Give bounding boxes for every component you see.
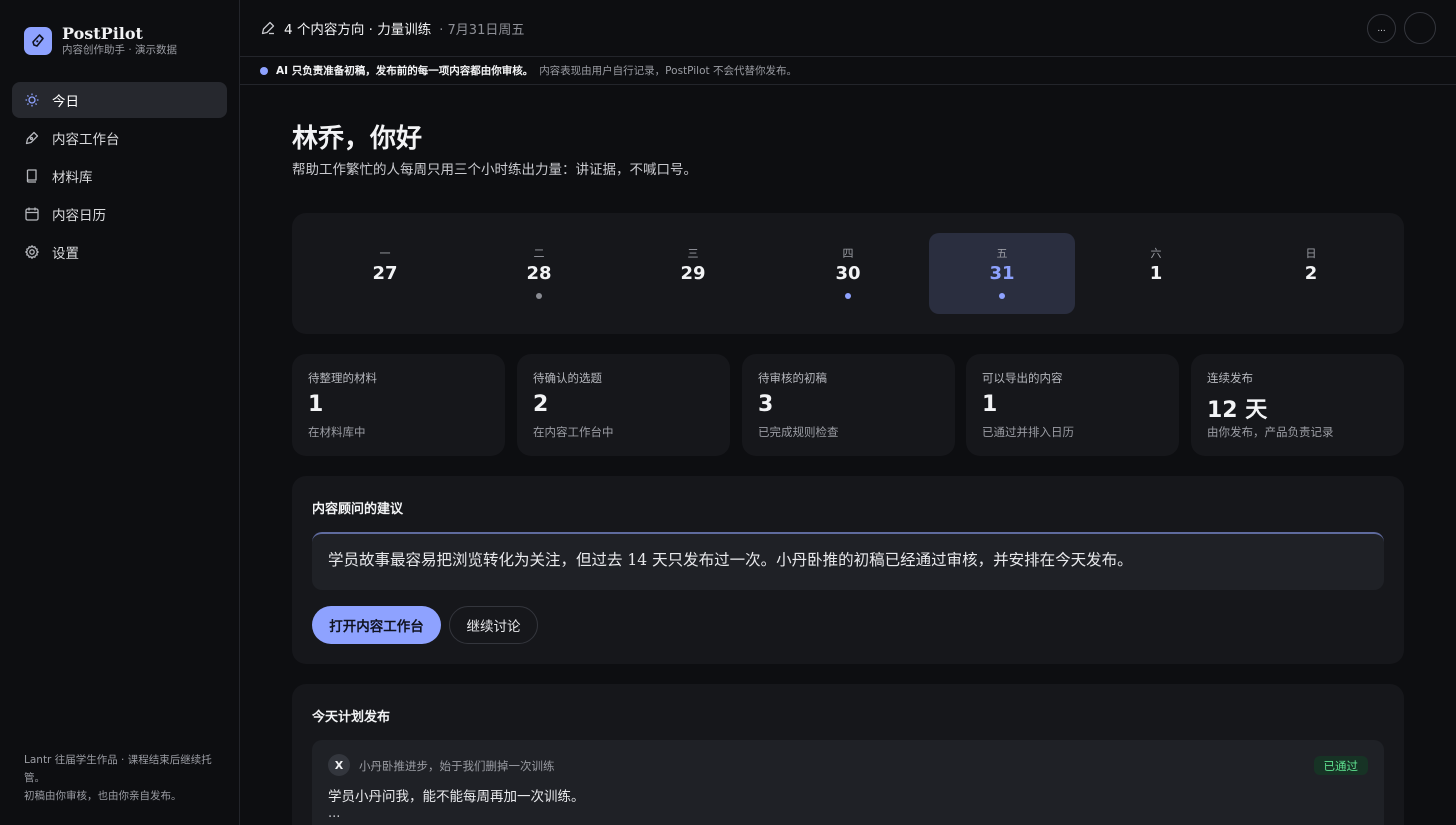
notice-text: 内容表现由用户自行记录，PostPilot 不会代替你发布。 — [539, 65, 797, 77]
page-title: 林乔，你好 — [292, 124, 423, 154]
notice-strong: AI 只负责准备初稿，发布前的每一项内容都由你审核。 — [276, 65, 534, 77]
day-cell[interactable]: 四 30 — [775, 233, 921, 314]
continue-discussion-button[interactable]: 继续讨论 — [449, 606, 538, 644]
footer-line: 初稿由你审核，也由你亲自发布。 — [24, 790, 182, 802]
pen-nib-icon — [24, 27, 52, 55]
stat-label: 待整理的材料 — [308, 371, 377, 385]
day-cell[interactable]: 三 29 — [620, 233, 766, 314]
day-label: 五 — [996, 247, 1008, 260]
day-number: 27 — [372, 263, 398, 284]
day-number: 2 — [1304, 263, 1318, 284]
advice-card: 内容顾问的建议 学员故事最容易把浏览转化为关注，但过去 14 天只发布过一次。小… — [292, 476, 1404, 664]
stat-card-materials[interactable]: 待整理的材料 1 在材料库中 — [292, 354, 505, 456]
stat-label: 连续发布 — [1207, 371, 1253, 385]
day-cell[interactable]: 一 27 — [312, 233, 458, 314]
day-number: 30 — [835, 263, 861, 284]
stat-card-streak[interactable]: 连续发布 12 天 由你发布，产品负责记录 — [1191, 354, 1404, 456]
day-number: 28 — [526, 263, 552, 284]
stat-desc: 由你发布，产品负责记录 — [1207, 425, 1334, 439]
day-label: 一 — [379, 247, 391, 260]
stat-desc: 在内容工作台中 — [533, 425, 614, 439]
day-cell[interactable]: 二 28 — [466, 233, 612, 314]
sidebar-item-settings[interactable]: 设置 — [12, 234, 227, 270]
book-icon — [26, 169, 37, 183]
day-number: 31 — [989, 263, 1015, 284]
scheduled-post[interactable]: X 小丹卧推进步，始于我们删掉一次训练 已通过 学员小丹问我，能不能每周再加一次… — [312, 740, 1384, 825]
stat-label: 待确认的选题 — [533, 371, 602, 385]
info-dot-icon — [260, 66, 268, 75]
day-label: 二 — [533, 247, 545, 260]
stat-value: 3 — [758, 392, 774, 417]
page-subtitle: 帮助工作繁忙的人每周只用三个小时练出力量：讲证据，不喊口号。 — [292, 162, 697, 178]
day-dot-icon — [845, 293, 851, 299]
post-text: 学员小丹问我，能不能每周再加一次训练。 — [328, 789, 585, 805]
stat-desc: 已通过并排入日历 — [982, 425, 1074, 439]
status-badge: 已通过 — [1313, 756, 1368, 775]
sidebar-item-label: 今日 — [52, 94, 79, 110]
stat-label: 待审核的初稿 — [758, 371, 827, 385]
sidebar-item-library[interactable]: 材料库 — [12, 158, 227, 194]
day-cell-selected[interactable]: 五 31 — [929, 233, 1075, 314]
stat-card-drafts[interactable]: 待审核的初稿 3 已完成规则检查 — [742, 354, 955, 456]
day-number: 1 — [1149, 263, 1163, 284]
sidebar-item-label: 材料库 — [52, 170, 93, 186]
calendar-icon — [25, 207, 39, 221]
day-dot-icon — [999, 293, 1005, 299]
week-strip: 一 27 二 28 三 29 四 30 五 31 六 1 日 2 — [292, 213, 1404, 334]
schedule-title: 今天计划发布 — [312, 710, 391, 725]
open-workbench-button[interactable]: 打开内容工作台 — [312, 606, 441, 644]
sidebar-footer: Lantr 往届学生作品 · 课程结束后继续托管。 初稿由你审核，也由你亲自发布… — [24, 751, 220, 805]
stat-label: 可以导出的内容 — [982, 371, 1063, 385]
app-subtitle: 内容创作助手 · 演示数据 — [62, 44, 178, 56]
topbar-title: 4 个内容方向 · 力量训练 — [284, 22, 432, 38]
day-cell[interactable]: 日 2 — [1238, 233, 1384, 314]
sidebar-item-label: 内容日历 — [52, 208, 106, 224]
sidebar-item-label: 内容工作台 — [52, 132, 120, 148]
sidebar-item-label: 设置 — [52, 246, 79, 262]
sidebar: PostPilot 内容创作助手 · 演示数据 今日 内容工作台 材料库 内容日… — [0, 0, 240, 825]
stat-desc: 已完成规则检查 — [758, 425, 839, 439]
advice-quote: 学员故事最容易把浏览转化为关注，但过去 14 天只发布过一次。小丹卧推的初稿已经… — [312, 532, 1384, 590]
sidebar-item-workbench[interactable]: 内容工作台 — [12, 120, 227, 156]
app-name: PostPilot — [62, 24, 143, 43]
topbar: 4 个内容方向 · 力量训练 · 7月31日周五 ... — [240, 0, 1456, 57]
schedule-card: 今天计划发布 X 小丹卧推进步，始于我们删掉一次训练 已通过 学员小丹问我，能不… — [292, 684, 1404, 825]
post-title: 小丹卧推进步，始于我们删掉一次训练 — [359, 759, 555, 773]
day-dot-icon — [536, 293, 542, 299]
sidebar-item-today[interactable]: 今日 — [12, 82, 227, 118]
stat-value: 12 天 — [1207, 398, 1268, 423]
sidebar-nav: 今日 内容工作台 材料库 内容日历 设置 — [12, 82, 227, 272]
edit-pen-icon — [261, 21, 275, 35]
post-ellipsis: ... — [328, 806, 341, 821]
stat-card-topics[interactable]: 待确认的选题 2 在内容工作台中 — [517, 354, 730, 456]
gear-icon — [25, 245, 39, 259]
stat-card-exportable[interactable]: 可以导出的内容 1 已通过并排入日历 — [966, 354, 1179, 456]
stat-value: 1 — [982, 392, 998, 417]
day-label: 日 — [1305, 247, 1317, 260]
notice-bar: AI 只负责准备初稿，发布前的每一项内容都由你审核。 内容表现由用户自行记录，P… — [240, 57, 1456, 85]
stat-value: 2 — [533, 392, 549, 417]
x-platform-icon: X — [328, 754, 350, 776]
pen-icon — [25, 131, 39, 145]
stat-desc: 在材料库中 — [308, 425, 366, 439]
topbar-date: · 7月31日周五 — [439, 22, 525, 38]
brand[interactable]: PostPilot 内容创作助手 · 演示数据 — [24, 24, 177, 58]
day-label: 三 — [687, 247, 699, 260]
sun-icon — [25, 93, 39, 107]
more-button[interactable]: ... — [1367, 14, 1396, 43]
avatar-button[interactable] — [1404, 12, 1436, 44]
footer-line: Lantr 往届学生作品 · 课程结束后继续托管。 — [24, 754, 212, 784]
day-number: 29 — [680, 263, 706, 284]
day-label: 四 — [842, 247, 854, 260]
day-cell[interactable]: 六 1 — [1083, 233, 1229, 314]
stat-value: 1 — [308, 392, 324, 417]
day-label: 六 — [1150, 247, 1162, 260]
sidebar-item-calendar[interactable]: 内容日历 — [12, 196, 227, 232]
advice-title: 内容顾问的建议 — [312, 502, 404, 517]
